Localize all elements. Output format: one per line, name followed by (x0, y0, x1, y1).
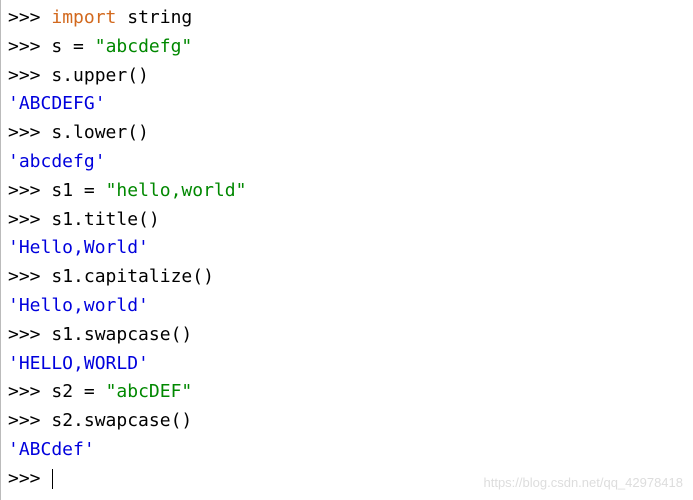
code-token-identifier: s1.swapcase() (51, 324, 192, 345)
code-token-identifier: s1.title() (51, 209, 159, 230)
repl-output: 'abcdefg' (8, 151, 106, 172)
repl-prompt: >>> (8, 381, 51, 402)
repl-prompt: >>> (8, 7, 51, 28)
left-divider (0, 0, 1, 500)
repl-line: >>> s.lower() (8, 119, 685, 148)
code-token-operator: = (84, 381, 95, 402)
repl-line: 'Hello,World' (8, 234, 685, 263)
repl-prompt: >>> (8, 36, 51, 57)
repl-prompt: >>> (8, 324, 51, 345)
code-token-identifier (95, 381, 106, 402)
repl-line: 'HELLO,WORLD' (8, 350, 685, 379)
code-token-string: "abcdefg" (95, 36, 193, 57)
code-token-identifier (84, 36, 95, 57)
repl-line: >>> s = "abcdefg" (8, 33, 685, 62)
repl-line: >>> import string (8, 4, 685, 33)
repl-line: >>> s2.swapcase() (8, 407, 685, 436)
code-token-identifier: string (116, 7, 192, 28)
repl-line: >>> s.upper() (8, 62, 685, 91)
code-token-operator: = (73, 36, 84, 57)
repl-prompt: >>> (8, 209, 51, 230)
repl-line: >>> s1.title() (8, 206, 685, 235)
repl-prompt: >>> (8, 180, 51, 201)
code-token-identifier (95, 180, 106, 201)
python-repl[interactable]: >>> import string>>> s = "abcdefg">>> s.… (8, 4, 685, 494)
repl-line: 'Hello,world' (8, 292, 685, 321)
repl-line: >>> s2 = "abcDEF" (8, 378, 685, 407)
code-token-identifier: s (51, 36, 73, 57)
code-token-identifier: s2.swapcase() (51, 410, 192, 431)
code-token-identifier: s.upper() (51, 65, 149, 86)
repl-prompt: >>> (8, 410, 51, 431)
repl-output: 'Hello,World' (8, 237, 149, 258)
repl-output: 'HELLO,WORLD' (8, 353, 149, 374)
repl-line: >>> s1.capitalize() (8, 263, 685, 292)
watermark-text: https://blog.csdn.net/qq_42978418 (484, 473, 684, 494)
repl-line: >>> s1 = "hello,world" (8, 177, 685, 206)
repl-output: 'ABCDEFG' (8, 93, 106, 114)
repl-prompt: >>> (8, 122, 51, 143)
repl-output: 'ABCdef' (8, 439, 95, 460)
repl-prompt: >>> (8, 65, 51, 86)
repl-line: 'abcdefg' (8, 148, 685, 177)
repl-line: >>> s1.swapcase() (8, 321, 685, 350)
code-token-identifier: s.lower() (51, 122, 149, 143)
repl-prompt: >>> (8, 266, 51, 287)
code-token-operator: = (84, 180, 95, 201)
repl-line: 'ABCdef' (8, 436, 685, 465)
code-token-identifier: s1.capitalize() (51, 266, 214, 287)
code-token-string: "hello,world" (106, 180, 247, 201)
code-token-string: "abcDEF" (106, 381, 193, 402)
repl-output: 'Hello,world' (8, 295, 149, 316)
code-token-keyword: import (51, 7, 116, 28)
code-token-identifier: s2 (51, 381, 84, 402)
code-token-identifier: s1 (51, 180, 84, 201)
repl-prompt: >>> (8, 468, 51, 489)
repl-line: 'ABCDEFG' (8, 90, 685, 119)
text-cursor (52, 469, 53, 489)
